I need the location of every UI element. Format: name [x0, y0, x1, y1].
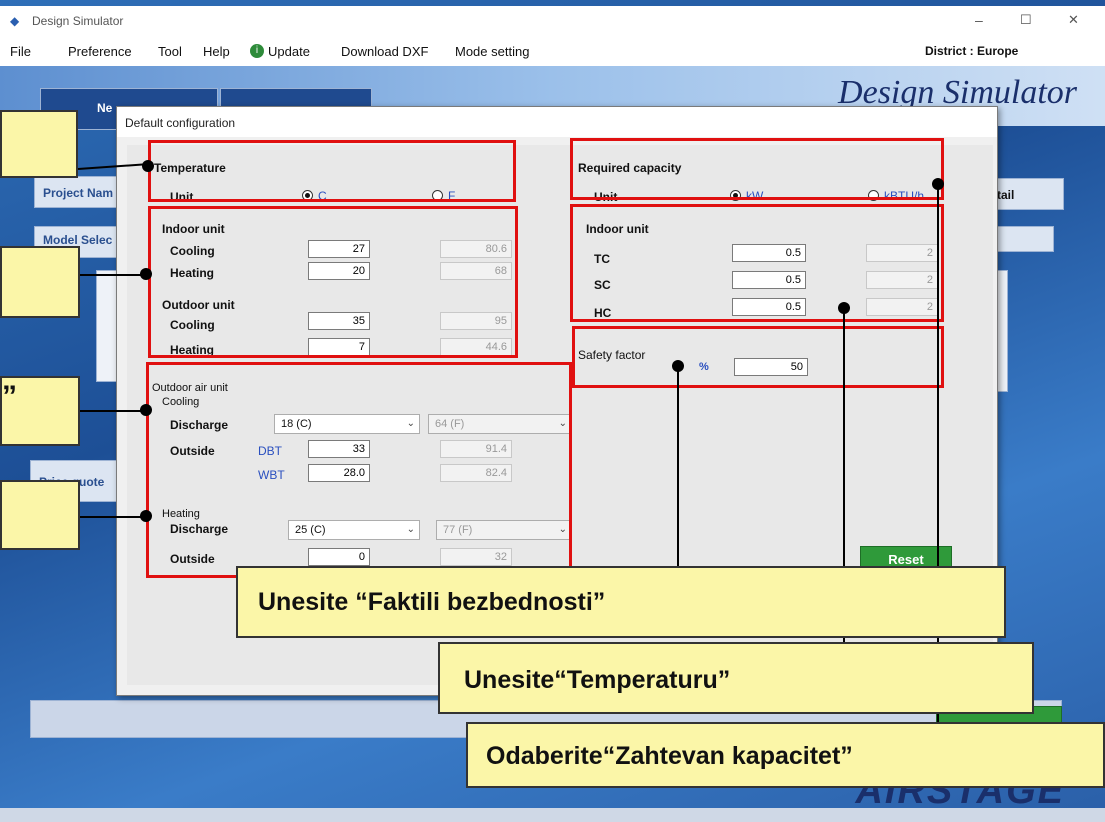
connector-line — [80, 516, 146, 518]
dialog-title: Default configuration — [125, 116, 236, 130]
menu-mode-setting[interactable]: Mode setting — [455, 44, 529, 59]
connector-dot — [140, 404, 152, 416]
cap-indoor-highlight — [570, 204, 944, 322]
app-logo-icon: ◆ — [10, 14, 20, 28]
outdoor-air-highlight — [146, 362, 572, 578]
info-icon: i — [250, 44, 264, 58]
menu-tool[interactable]: Tool — [158, 44, 182, 59]
capacity-highlight — [570, 138, 944, 200]
menu-preference[interactable]: Preference — [68, 44, 132, 59]
menu-bar: File Preference Tool Help i Update Downl… — [0, 36, 1105, 66]
callout-left-2 — [0, 246, 80, 318]
connector-line — [80, 274, 146, 276]
maximize-button[interactable]: ☐ — [1020, 12, 1032, 28]
project-name-panel: Project Nam — [34, 176, 126, 208]
menu-file[interactable]: File — [10, 44, 31, 59]
district-label: District : Europe — [925, 44, 1019, 58]
callout-left-3: ” — [0, 376, 80, 446]
close-button[interactable]: ✕ — [1068, 12, 1079, 28]
safety-highlight — [572, 326, 944, 388]
bg-panel-right — [996, 226, 1054, 252]
window-title: Design Simulator — [32, 14, 124, 28]
minimize-button[interactable]: – — [975, 12, 983, 28]
callout-left-1 — [0, 110, 78, 178]
menu-update[interactable]: Update — [268, 44, 310, 59]
connector-line — [677, 370, 679, 580]
indoor-outdoor-highlight — [148, 206, 518, 358]
temperature-highlight — [148, 140, 516, 202]
callout-capacity: Odaberite“Zahtevan kapacitet” — [466, 722, 1105, 788]
dialog-titlebar: Default configuration — [117, 107, 997, 137]
connector-dot — [142, 160, 154, 172]
callout-temperature: Unesite“Temperaturu” — [438, 642, 1034, 714]
taskbar — [0, 808, 1105, 822]
connector-dot — [140, 510, 152, 522]
menu-help[interactable]: Help — [203, 44, 230, 59]
window-titlebar: ◆ Design Simulator – ☐ ✕ — [0, 6, 1105, 36]
menu-download-dxf[interactable]: Download DXF — [341, 44, 428, 59]
connector-line — [80, 410, 146, 412]
connector-dot — [140, 268, 152, 280]
detail-button[interactable]: tail — [990, 178, 1064, 210]
callout-left-4 — [0, 480, 80, 550]
callout-safety-factor: Unesite “Faktili bezbednosti” — [236, 566, 1006, 638]
